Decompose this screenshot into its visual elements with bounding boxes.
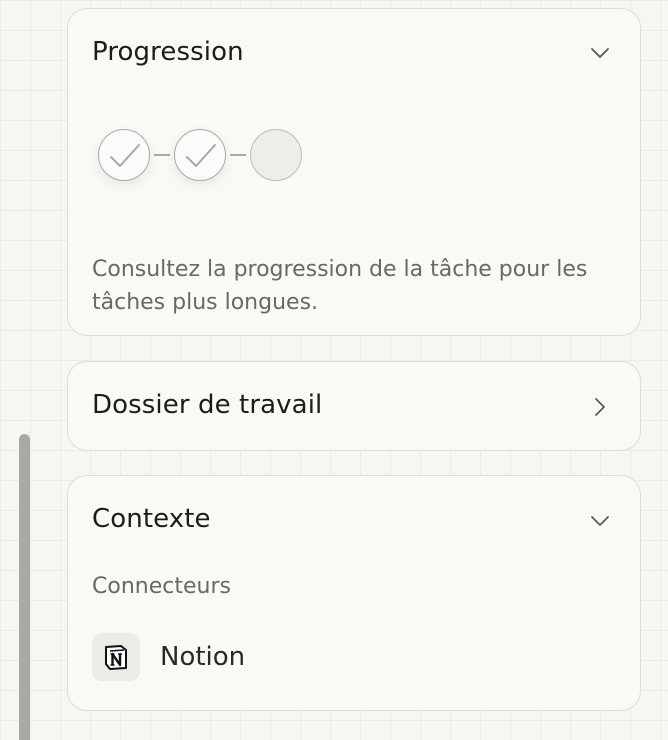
check-icon <box>186 144 216 167</box>
work-folder-title: Dossier de travail <box>92 390 323 420</box>
progress-step-pending <box>250 129 302 181</box>
connectors-label: Connecteurs <box>92 574 231 599</box>
work-folder-card[interactable]: Dossier de travail <box>67 361 641 451</box>
step-connector <box>154 154 170 156</box>
chevron-down-icon[interactable] <box>588 41 612 65</box>
connector-name: Notion <box>160 642 246 672</box>
connector-item[interactable]: Notion <box>92 633 245 681</box>
step-connector <box>230 154 246 156</box>
chevron-down-icon[interactable] <box>588 509 612 533</box>
check-icon <box>110 144 140 167</box>
progression-description: Consultez la progression de la tâche pou… <box>92 257 588 315</box>
progression-title: Progression <box>92 37 244 67</box>
notion-icon <box>92 633 140 681</box>
progress-step-complete <box>174 129 226 181</box>
scrollbar-thumb[interactable] <box>19 434 30 740</box>
context-title: Contexte <box>92 504 211 534</box>
progression-card: Progression Consultez la progression de … <box>67 8 641 336</box>
context-card: Contexte Connecteurs Notion <box>67 475 641 711</box>
chevron-right-icon[interactable] <box>588 395 612 419</box>
progress-step-complete <box>98 129 150 181</box>
